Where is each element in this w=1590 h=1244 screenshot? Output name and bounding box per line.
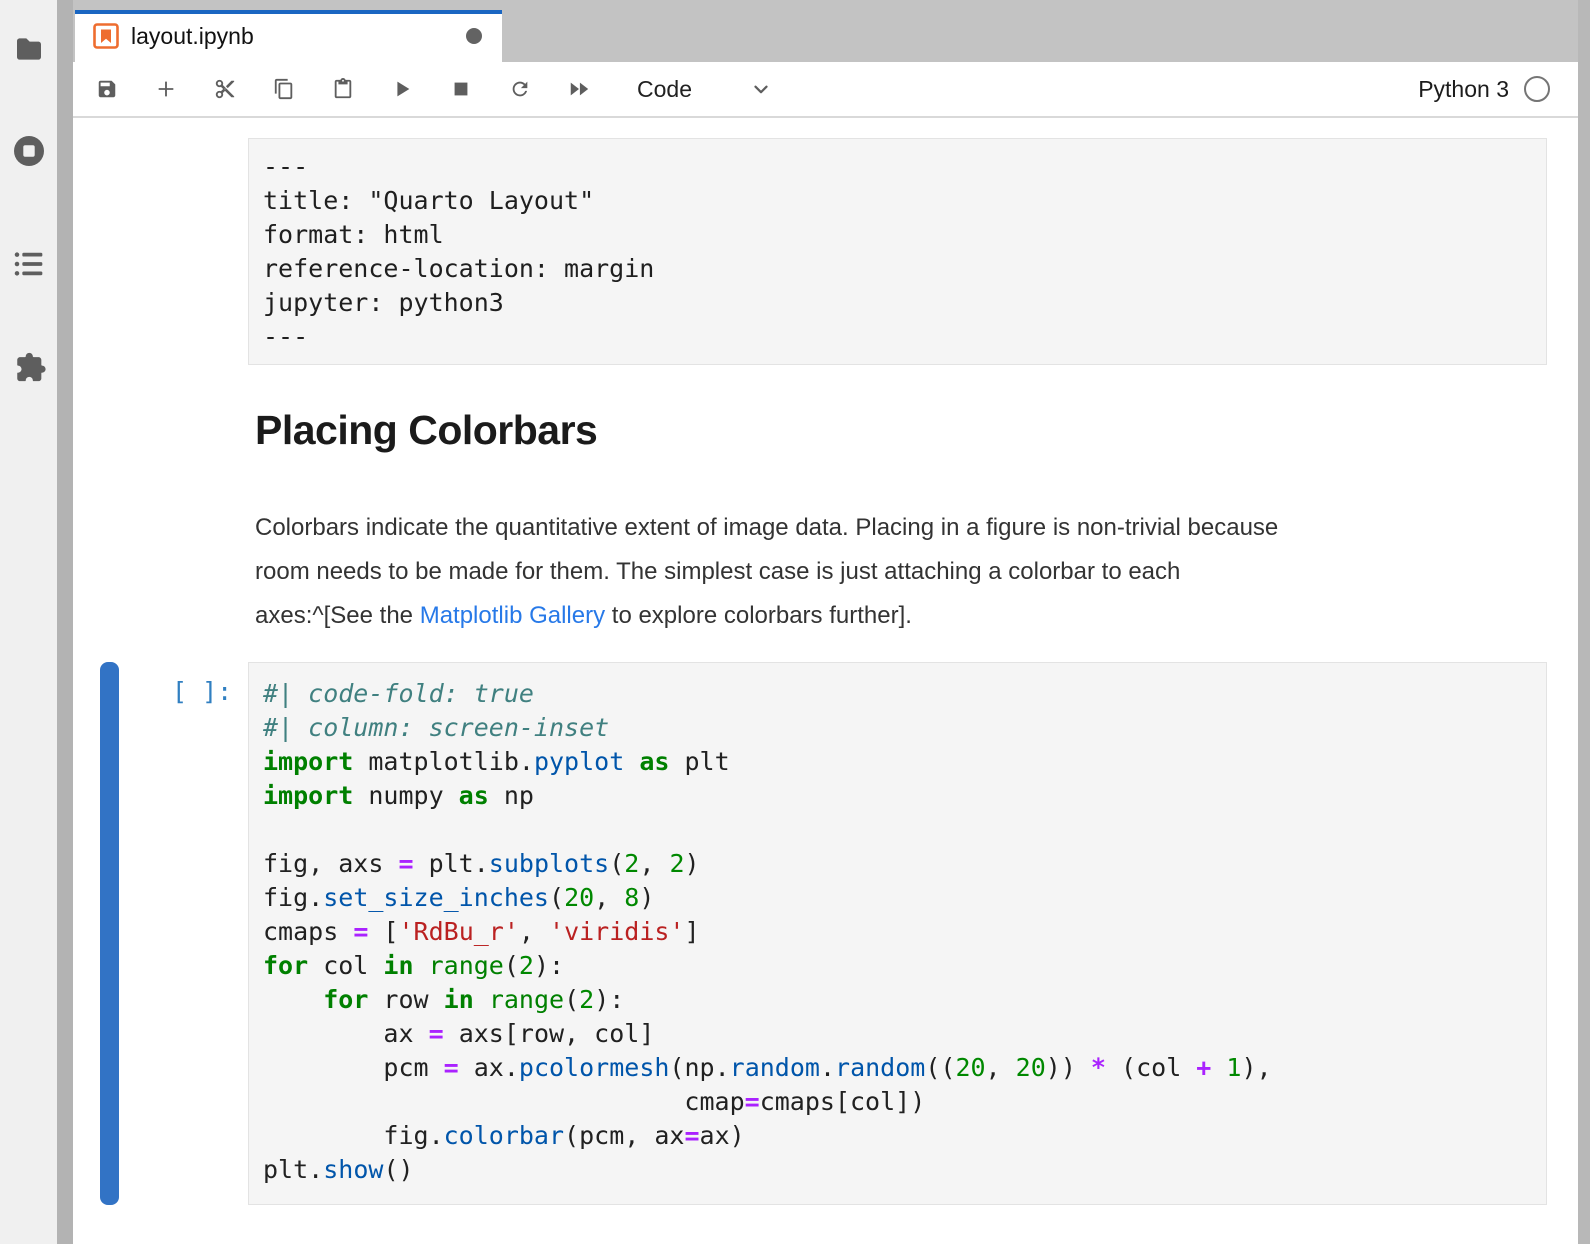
code-line: #| code-fold: true <box>263 677 1532 711</box>
running-kernels-icon[interactable] <box>11 133 47 169</box>
yaml-frontmatter-text: --- title: "Quarto Layout" format: html … <box>263 150 1532 354</box>
markdown-cell[interactable]: Placing Colorbars Colorbars indicate the… <box>255 406 1555 638</box>
paste-icon[interactable] <box>332 78 354 100</box>
code-line: ax = axs[row, col] <box>263 1017 1532 1051</box>
kernel-status-icon[interactable] <box>1524 76 1550 102</box>
sidebar-divider[interactable] <box>57 0 73 1244</box>
active-cell-collapser[interactable] <box>100 662 119 1205</box>
add-cell-icon[interactable] <box>155 78 177 100</box>
code-line: import numpy as np <box>263 779 1532 813</box>
code-line: plt.show() <box>263 1153 1532 1187</box>
extensions-icon[interactable] <box>13 350 47 384</box>
code-line: import matplotlib.pyplot as plt <box>263 745 1532 779</box>
markdown-paragraph-line: axes:^[See the Matplotlib Gallery to exp… <box>255 594 1555 638</box>
code-line: for row in range(2): <box>263 983 1532 1017</box>
code-line: #| column: screen-inset <box>263 711 1532 745</box>
markdown-paragraph-line: room needs to be made for them. The simp… <box>255 550 1555 594</box>
code-line: fig.set_size_inches(20, 8) <box>263 881 1532 915</box>
unsaved-changes-dot[interactable] <box>466 28 482 44</box>
markdown-paragraph: Colorbars indicate the quantitative exte… <box>255 506 1555 638</box>
tab-layout-ipynb[interactable]: layout.ipynb <box>75 10 502 62</box>
code-line: for col in range(2): <box>263 949 1532 983</box>
notebook-panel: --- title: "Quarto Layout" format: html … <box>73 118 1578 1244</box>
dock-tab-bar: layout.ipynb <box>73 0 1578 62</box>
tab-title: layout.ipynb <box>131 23 254 50</box>
window-edge-scrollbar[interactable] <box>1578 0 1590 1244</box>
chevron-down-icon <box>750 78 772 100</box>
code-line: cmaps = ['RdBu_r', 'viridis'] <box>263 915 1532 949</box>
code-line: cmap=cmaps[col]) <box>263 1085 1532 1119</box>
raw-cell-yaml[interactable]: --- title: "Quarto Layout" format: html … <box>248 138 1547 365</box>
activity-sidebar <box>0 0 57 1244</box>
code-line: fig, axs = plt.subplots(2, 2) <box>263 847 1532 881</box>
code-line: fig.colorbar(pcm, ax=ax) <box>263 1119 1532 1153</box>
cut-icon[interactable] <box>214 78 236 100</box>
save-icon[interactable] <box>96 78 118 100</box>
jupyterlab-window: { "tab": { "title": "layout.ipynb", "mod… <box>0 0 1590 1244</box>
active-tab-indicator <box>75 10 502 14</box>
kernel-name: Python 3 <box>1418 76 1509 103</box>
code-cell-editor[interactable]: #| code-fold: true#| column: screen-inse… <box>248 662 1547 1205</box>
run-icon[interactable] <box>391 78 413 100</box>
code-line <box>263 813 1532 847</box>
markdown-paragraph-line: Colorbars indicate the quantitative exte… <box>255 506 1555 550</box>
stop-icon[interactable] <box>450 78 472 100</box>
code-line: pcm = ax.pcolormesh(np.random.random((20… <box>263 1051 1532 1085</box>
notebook-toolbar: Code Python 3 <box>73 62 1578 118</box>
file-browser-icon[interactable] <box>13 33 45 65</box>
toolbar-icon-group <box>73 78 590 100</box>
kernel-indicator: Python 3 <box>1418 62 1550 116</box>
markdown-heading: Placing Colorbars <box>255 406 1555 454</box>
notebook-file-icon <box>93 23 119 49</box>
copy-icon[interactable] <box>273 78 295 100</box>
table-of-contents-icon[interactable] <box>13 248 45 280</box>
cell-type-dropdown[interactable]: Code <box>637 76 772 103</box>
cell-input-prompt: [ ]: <box>172 675 232 709</box>
cell-type-value: Code <box>637 76 692 103</box>
run-all-icon[interactable] <box>568 78 590 100</box>
matplotlib-gallery-link[interactable]: Matplotlib Gallery <box>420 602 605 629</box>
restart-kernel-icon[interactable] <box>509 78 531 100</box>
